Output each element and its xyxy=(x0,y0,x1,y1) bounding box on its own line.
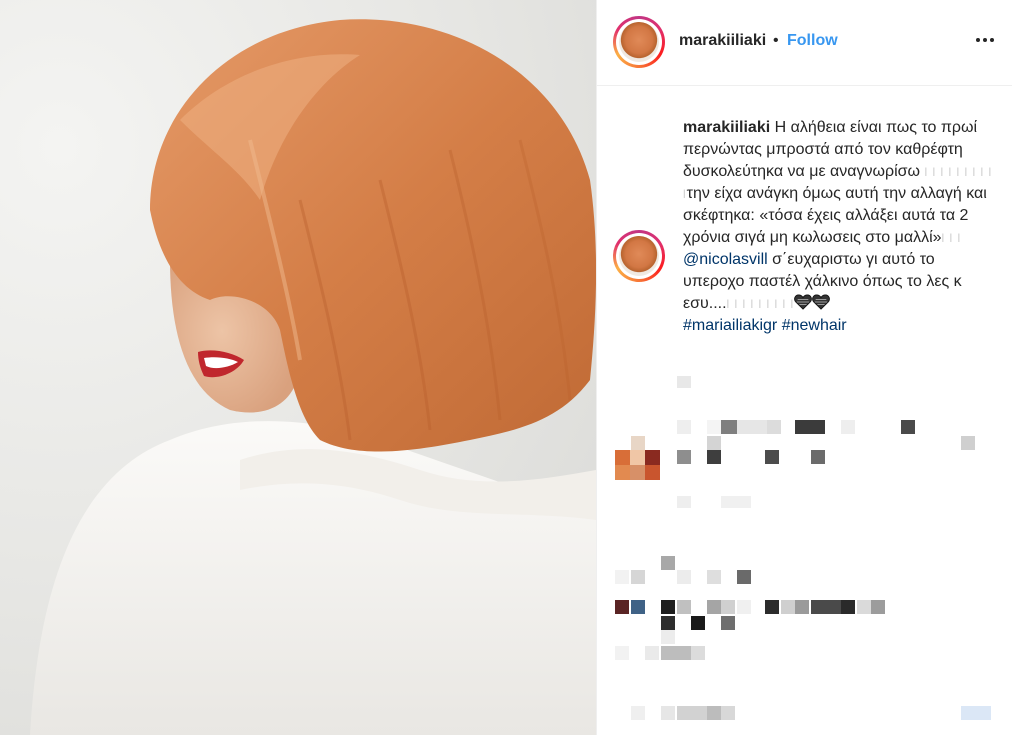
black-heart-icon xyxy=(812,294,831,310)
black-heart-icon xyxy=(794,294,813,310)
ellipsis-icon[interactable] xyxy=(973,28,997,52)
post-photo[interactable] xyxy=(0,0,596,735)
separator-dot: • xyxy=(773,32,779,49)
post-header: marakiiliaki • Follow xyxy=(597,0,1012,86)
photo-illustration xyxy=(30,19,596,735)
post-caption: marakiiliaki Η αλήθεια είναι πως το πρωί… xyxy=(683,117,995,337)
obscured-text-3: l l l l l l l l l xyxy=(726,297,795,311)
mention-link[interactable]: @nicolasvill xyxy=(683,251,768,268)
hashtag-link[interactable]: #mariailiakigr xyxy=(683,317,777,334)
obscured-text-2: l l l xyxy=(941,231,962,245)
user-avatar[interactable] xyxy=(613,16,665,68)
follow-button[interactable]: Follow xyxy=(787,32,838,50)
username-link[interactable]: marakiiliaki xyxy=(679,32,766,50)
caption-username[interactable]: marakiiliaki xyxy=(683,119,770,136)
caption-avatar[interactable] xyxy=(613,230,665,282)
hashtag-link[interactable]: #newhair xyxy=(782,317,847,334)
post-details-panel: marakiiliaki • Follow marakiiliaki Η αλή… xyxy=(596,0,1012,735)
